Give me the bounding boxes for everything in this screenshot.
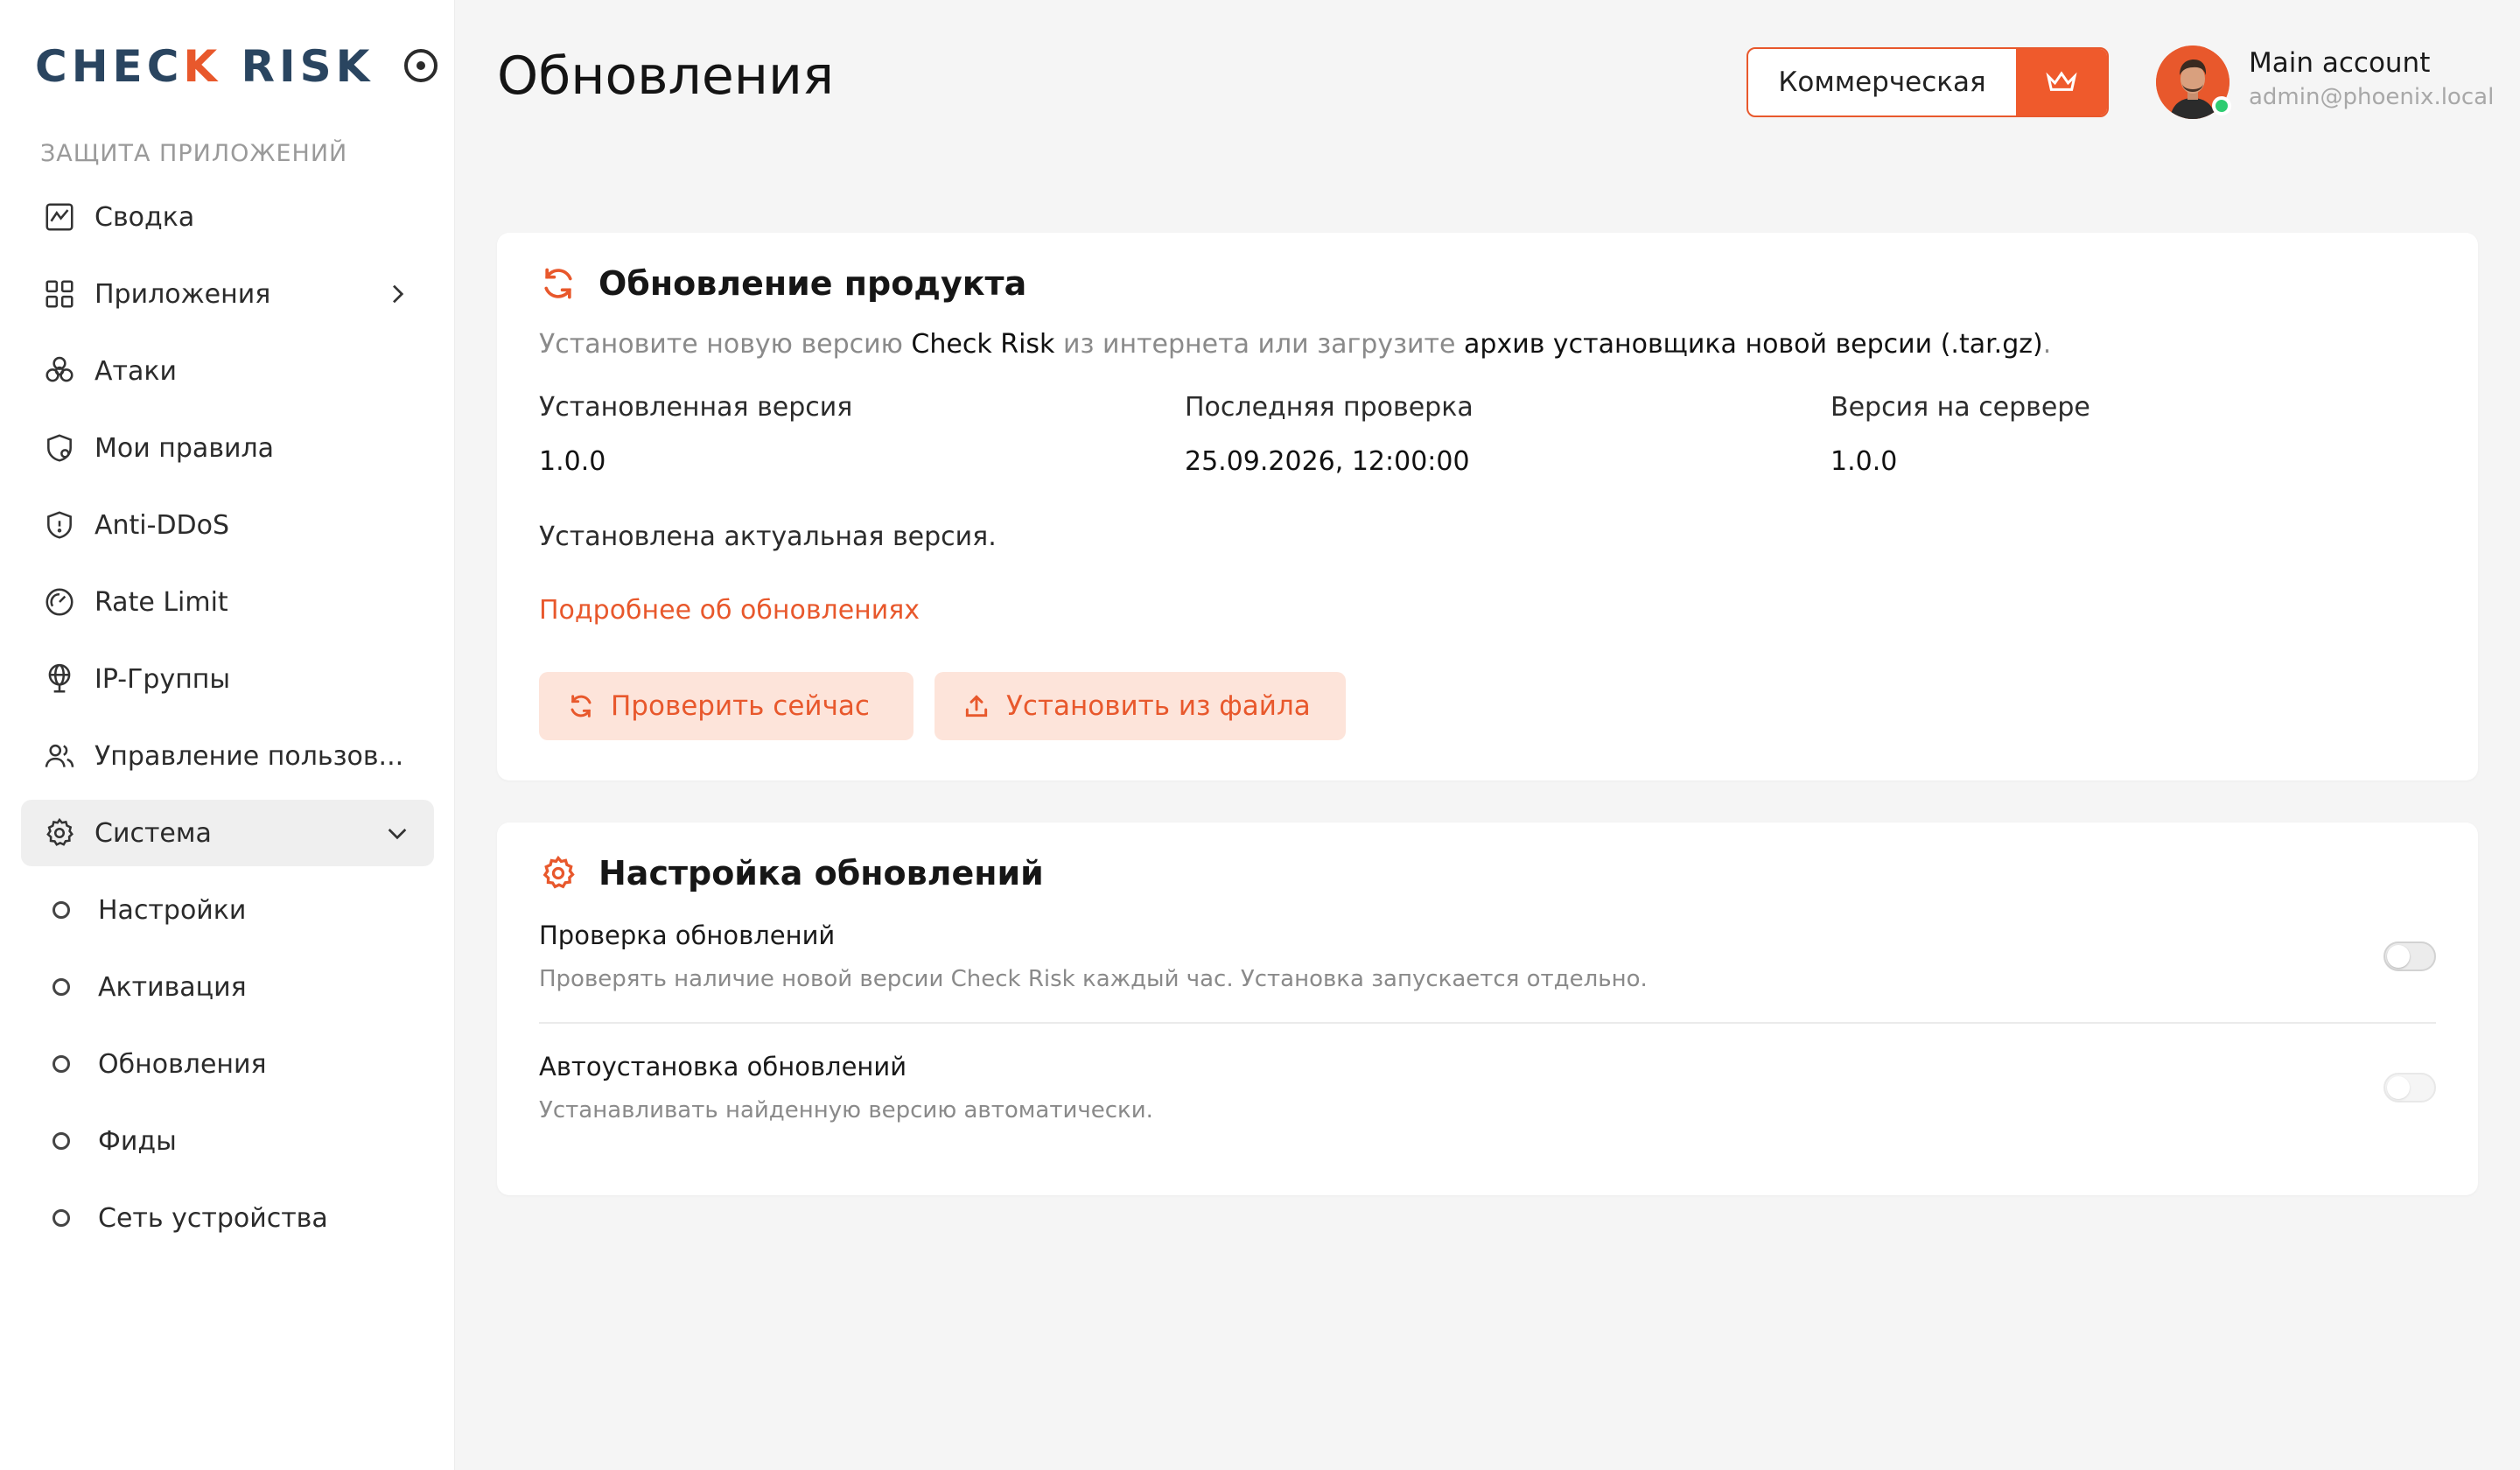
upload-icon — [965, 695, 988, 718]
update-settings-card: Настройка обновлений Проверка обновлений… — [497, 822, 2478, 1195]
update-status-text: Установлена актуальная версия. — [539, 522, 997, 552]
auto-install-title: Автоустановка обновлений — [539, 1052, 907, 1082]
sidebar-subitem-label: Активация — [98, 971, 247, 1003]
desc-part: Установите новую версию — [539, 329, 912, 360]
sidebar-item-system[interactable]: Система — [21, 800, 434, 866]
circle-bullet-icon — [52, 901, 70, 919]
collapse-sidebar-icon[interactable] — [404, 49, 438, 82]
users-icon — [42, 738, 77, 774]
gauge-icon — [42, 584, 77, 620]
sidebar-item-applications[interactable]: Приложения — [21, 261, 434, 327]
sidebar-item-label: Управление пользов... — [94, 740, 404, 772]
circle-bullet-icon — [52, 1055, 70, 1073]
chevron-down-icon — [388, 829, 407, 840]
install-from-file-button[interactable]: Установить из файла — [934, 672, 1346, 740]
sidebar-subitem-label: Сеть устройства — [98, 1202, 328, 1234]
check-now-button[interactable]: Проверить сейчас — [539, 672, 914, 740]
desc-part: . — [2042, 329, 2052, 360]
check-now-label: Проверить сейчас — [611, 690, 870, 722]
product-update-description: Установите новую версию Check Risk из ин… — [539, 329, 2051, 360]
auto-install-toggle[interactable] — [2384, 1073, 2436, 1102]
grid-icon — [42, 276, 77, 312]
sidebar-item-label: Сводка — [94, 201, 195, 233]
server-version-label: Версия на сервере — [1830, 392, 2090, 423]
circle-bullet-icon — [52, 1209, 70, 1227]
page-title: Обновления — [497, 46, 835, 107]
shield-icon — [42, 508, 77, 542]
desc-part: из интернета или загрузите — [1054, 329, 1465, 360]
refresh-icon — [570, 695, 592, 718]
sidebar-item-label: Мои правила — [94, 432, 275, 464]
server-version-value: 1.0.0 — [1830, 446, 1898, 477]
last-check-value: 25.09.2026, 12:00:00 — [1185, 446, 1470, 477]
account-menu[interactable]: Main account admin@phoenix.local — [2156, 44, 2506, 122]
sidebar-section-label: ЗАЩИТА ПРИЛОЖЕНИЙ — [40, 140, 348, 167]
sidebar-subitem-feeds[interactable]: Фиды — [21, 1108, 434, 1174]
sidebar-item-label: Anti-DDoS — [94, 509, 230, 541]
sidebar-subitem-label: Обновления — [98, 1048, 267, 1080]
account-name: Main account — [2249, 47, 2431, 79]
check-updates-description: Проверять наличие новой версии Check Ris… — [539, 966, 1648, 992]
install-from-file-label: Установить из файла — [1006, 690, 1311, 722]
biohazard-icon — [42, 354, 77, 388]
sidebar-item-anti-ddos[interactable]: Anti-DDoS — [21, 492, 434, 558]
check-updates-title: Проверка обновлений — [539, 920, 836, 950]
last-check-label: Последняя проверка — [1185, 392, 1474, 423]
license-badge[interactable]: Коммерческая — [1746, 47, 2109, 117]
update-details-link[interactable]: Подробнее об обновлениях — [539, 595, 920, 626]
shield-gear-icon — [42, 430, 77, 466]
product-update-card: Обновление продукта Установите новую вер… — [497, 233, 2478, 780]
gear-icon — [542, 855, 575, 889]
sidebar-item-label: Атаки — [94, 355, 177, 387]
sidebar-item-label: Система — [94, 817, 212, 849]
account-email: admin@phoenix.local — [2249, 84, 2495, 110]
installed-version-label: Установленная версия — [539, 392, 853, 423]
sidebar-subitem-updates[interactable]: Обновления — [21, 1031, 434, 1097]
online-status-dot — [2212, 96, 2231, 116]
auto-install-description: Устанавливать найденную версию автоматич… — [539, 1097, 1153, 1124]
sidebar-subitem-label: Фиды — [98, 1125, 177, 1157]
sidebar-subitem-settings[interactable]: Настройки — [21, 877, 434, 943]
sidebar-item-summary[interactable]: Сводка — [21, 184, 434, 250]
sidebar-item-rate-limit[interactable]: Rate Limit — [21, 569, 434, 635]
sidebar-item-user-management[interactable]: Управление пользов... — [21, 723, 434, 789]
gear-icon — [42, 816, 77, 850]
sidebar-item-label: IP-Группы — [94, 663, 231, 695]
sidebar-item-label: Rate Limit — [94, 586, 228, 618]
installed-version-value: 1.0.0 — [539, 446, 606, 477]
refresh-icon — [544, 268, 572, 299]
chart-icon — [42, 200, 77, 234]
product-name: Check Risk — [911, 329, 1055, 360]
sidebar-item-ip-groups[interactable]: IP-Группы — [21, 646, 434, 712]
logo[interactable]: CHECK RISK — [35, 38, 374, 94]
sidebar-item-attacks[interactable]: Атаки — [21, 338, 434, 404]
logo-text-right: RISK — [221, 41, 374, 92]
settings-divider — [539, 1022, 2436, 1024]
sidebar-subitem-device-network[interactable]: Сеть устройства — [21, 1185, 434, 1251]
circle-bullet-icon — [52, 978, 70, 996]
license-label: Коммерческая — [1778, 66, 1986, 98]
circle-bullet-icon — [52, 1132, 70, 1150]
crown-icon[interactable] — [2016, 49, 2107, 116]
product-update-title: Обновление продукта — [598, 264, 1027, 303]
sidebar-item-my-rules[interactable]: Мои правила — [21, 415, 434, 481]
sidebar-subitem-label: Настройки — [98, 894, 247, 926]
logo-text-left: CHEC — [35, 41, 184, 92]
logo-row: CHECK RISK — [35, 38, 438, 94]
sidebar-subitem-activation[interactable]: Активация — [21, 954, 434, 1020]
archive-hint: архив установщика новой версии (.tar.gz) — [1464, 329, 2043, 360]
sidebar-item-label: Приложения — [94, 278, 271, 310]
chevron-right-icon — [393, 284, 404, 304]
check-updates-toggle[interactable] — [2384, 942, 2436, 971]
sidebar: CHECK RISK ЗАЩИТА ПРИЛОЖЕНИЙ Сводка Прил… — [0, 0, 455, 1470]
logo-text-accent: K — [183, 41, 222, 92]
update-settings-title: Настройка обновлений — [598, 854, 1044, 892]
globe-icon — [42, 662, 77, 696]
